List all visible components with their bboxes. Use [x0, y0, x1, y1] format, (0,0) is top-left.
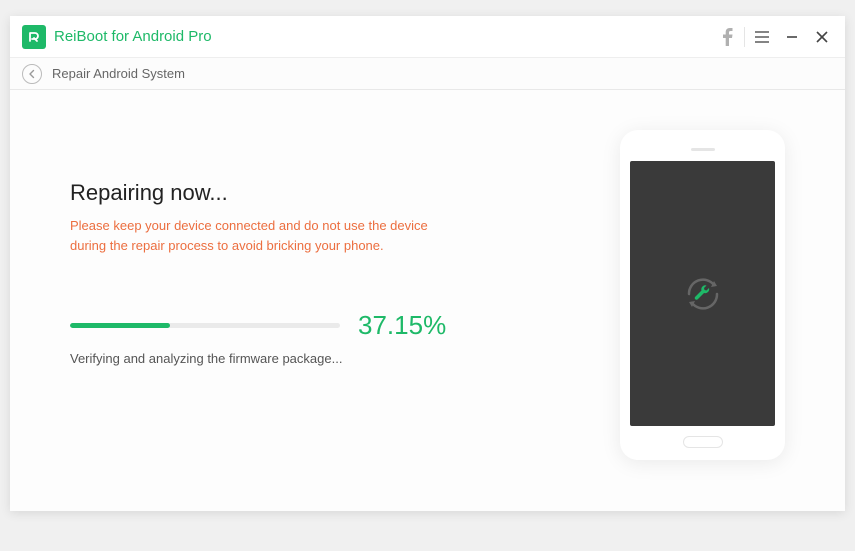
- phone-speaker: [691, 148, 715, 151]
- back-button[interactable]: [22, 64, 42, 84]
- close-button[interactable]: [807, 22, 837, 52]
- titlebar: ReiBoot for Android Pro: [10, 16, 845, 58]
- progress-status-text: Verifying and analyzing the firmware pac…: [70, 351, 570, 366]
- progress-percent-label: 37.15%: [358, 310, 446, 341]
- phone-screen: [630, 161, 775, 426]
- breadcrumb-title: Repair Android System: [52, 66, 185, 81]
- facebook-icon[interactable]: [712, 22, 742, 52]
- main-content: Repairing now... Please keep your device…: [10, 90, 845, 511]
- progress-row: 37.15%: [70, 310, 570, 341]
- progress-pane: Repairing now... Please keep your device…: [70, 130, 600, 481]
- menu-icon[interactable]: [747, 22, 777, 52]
- phone-home-button: [683, 436, 723, 448]
- minimize-button[interactable]: [777, 22, 807, 52]
- progress-bar: [70, 323, 340, 328]
- page-heading: Repairing now...: [70, 180, 570, 206]
- app-logo-icon: [22, 25, 46, 49]
- subheader: Repair Android System: [10, 58, 845, 90]
- wrench-refresh-icon: [681, 272, 725, 316]
- separator: [744, 27, 745, 47]
- warning-text: Please keep your device connected and do…: [70, 216, 450, 255]
- app-title: ReiBoot for Android Pro: [54, 28, 212, 45]
- progress-fill: [70, 323, 170, 328]
- app-window: ReiBoot for Android Pro: [10, 16, 845, 511]
- phone-illustration: [620, 130, 785, 460]
